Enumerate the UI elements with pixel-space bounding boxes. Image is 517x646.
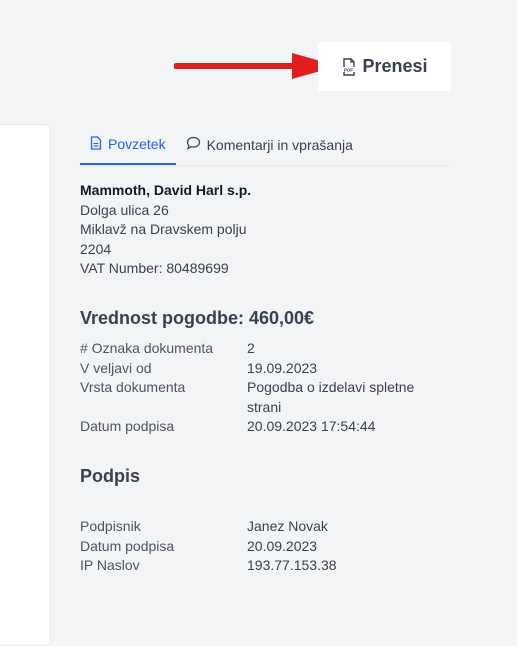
tab-komentarji[interactable]: Komentarji in vprašanja <box>176 125 363 164</box>
tab-povzetek[interactable]: Povzetek <box>80 125 176 165</box>
detail-value: Pogodba o izdelavi spletne strani <box>247 379 415 415</box>
detail-row: # Oznaka dokumenta 2 <box>80 339 437 359</box>
signature-label: Podpisnik <box>80 518 141 534</box>
download-label: Prenesi <box>362 56 428 76</box>
signature-row: Datum podpisa 20.09.2023 <box>80 537 437 557</box>
detail-value: 2 <box>247 340 255 356</box>
company-info: Mammoth, David Harl s.p. Dolga ulica 26 … <box>80 181 251 279</box>
detail-row: Vrsta dokumenta Pogodba o izdelavi splet… <box>80 378 437 417</box>
signature-value: 20.09.2023 <box>247 537 318 554</box>
red-arrow-annotation <box>174 53 338 79</box>
detail-row: Datum podpisa 20.09.2023 17:54:44 <box>80 417 437 437</box>
tab-label: Povzetek <box>108 136 166 152</box>
detail-value: 20.09.2023 17:54:44 <box>247 418 376 434</box>
signature-value: Janez Novak <box>247 518 328 534</box>
company-street: Dolga ulica 26 <box>80 201 169 218</box>
detail-label: # Oznaka dokumenta <box>80 340 214 356</box>
company-vat: VAT Number: 80489699 <box>80 260 229 276</box>
company-postcode: 2204 <box>80 240 112 257</box>
detail-label: Vrsta dokumenta <box>80 379 186 395</box>
tab-bar: Povzetek Komentarji in vprašanja <box>80 125 450 166</box>
signature-value: 193.77.153.38 <box>247 557 337 573</box>
company-name: Mammoth, David Harl s.p. <box>80 182 252 198</box>
company-city: Miklavž na Dravskem polju <box>80 221 247 237</box>
detail-value: 19.09.2023 <box>247 359 318 376</box>
detail-label: Datum podpisa <box>80 418 175 434</box>
pdf-file-icon: PDF <box>341 57 357 76</box>
contract-details: # Oznaka dokumenta 2 V veljavi od 19.09.… <box>80 339 437 437</box>
signature-title: Podpis <box>80 466 141 486</box>
left-panel <box>0 124 51 646</box>
svg-text:PDF: PDF <box>344 67 353 72</box>
download-pdf-button[interactable]: PDF Prenesi <box>318 42 451 91</box>
tab-label: Komentarji in vprašanja <box>206 136 353 153</box>
contract-value-title: Vrednost pogodbe: 460,00€ <box>80 308 315 328</box>
signature-row: Podpisnik Janez Novak <box>80 517 437 537</box>
signature-details: Podpisnik Janez Novak Datum podpisa 20.0… <box>80 517 437 576</box>
comment-icon <box>186 136 201 153</box>
signature-label: Datum podpisa <box>80 537 175 554</box>
document-icon <box>90 135 102 153</box>
detail-row: V veljavi od 19.09.2023 <box>80 359 437 379</box>
signature-label: IP Naslov <box>80 557 140 573</box>
signature-row: IP Naslov 193.77.153.38 <box>80 556 437 576</box>
detail-label: V veljavi od <box>80 359 152 376</box>
